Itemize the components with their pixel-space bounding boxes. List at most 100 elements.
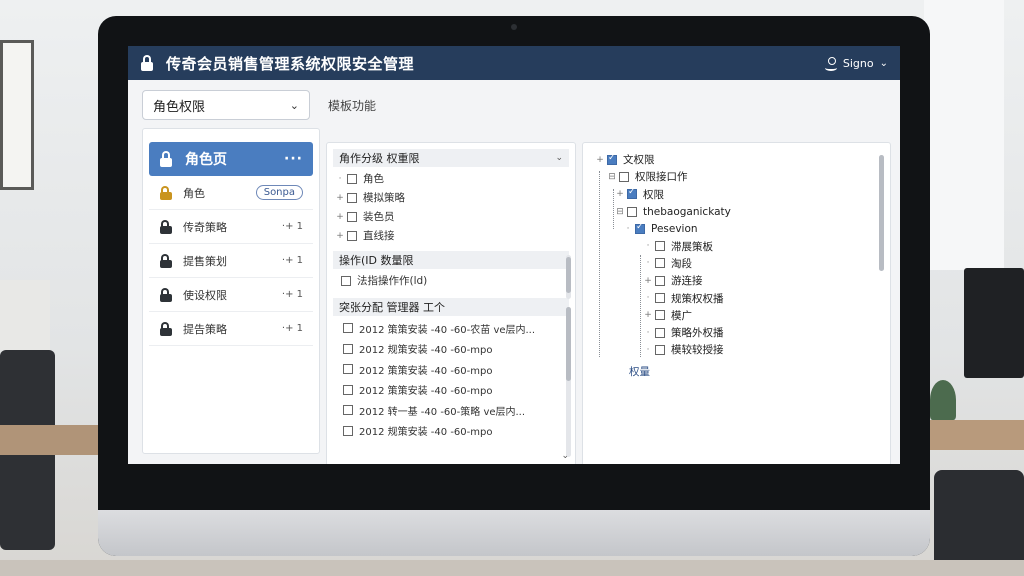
checkbox[interactable]	[619, 171, 629, 182]
group-header[interactable]: 操作(ID 数量限	[333, 251, 569, 269]
monitor: 传奇会员销售管理系统权限安全管理 Signo ⌄ 角色权限 ⌄ 模板功能 角色页…	[98, 16, 930, 556]
checkbox[interactable]	[347, 173, 357, 184]
more-icon[interactable]: ···	[284, 151, 303, 167]
checkbox[interactable]	[655, 293, 665, 304]
webcam-icon	[511, 24, 517, 30]
user-icon	[824, 57, 837, 71]
tree-node-label: 游连接	[671, 275, 703, 288]
role-item[interactable]: 提告策略 ·+ 1	[149, 312, 313, 346]
template-function-link[interactable]: 模板功能	[328, 97, 376, 114]
checkbox[interactable]	[655, 310, 665, 321]
list-item[interactable]: 2012 策策安装 -40 -60-mpo	[333, 380, 569, 401]
tree-row[interactable]: + 模拟策略	[333, 188, 569, 207]
checkbox[interactable]	[655, 241, 665, 252]
tree-toggle-icon[interactable]: ·	[641, 328, 655, 338]
scrollbar[interactable]	[566, 307, 571, 457]
tree-toggle-icon[interactable]: ⊟	[613, 207, 627, 217]
scrollbar-thumb[interactable]	[566, 307, 571, 381]
list-item[interactable]: 2012 策策安装 -40 -60-农苗 ve层内...	[333, 318, 569, 339]
list-item[interactable]: 2012 策策安装 -40 -60-mpo	[333, 359, 569, 380]
scrollbar-thumb[interactable]	[879, 155, 884, 271]
checkbox[interactable]	[655, 275, 665, 286]
tree-node[interactable]: · 淘段	[593, 255, 880, 272]
role-item[interactable]: 传奇策略 ·+ 1	[149, 210, 313, 244]
list-item[interactable]: 2012 规策安装 -40 -60-mpo	[333, 339, 569, 360]
tree-toggle-icon[interactable]: ·	[641, 241, 655, 251]
tree-toggle-icon[interactable]: ·	[641, 258, 655, 268]
list-item[interactable]: 2012 规策安装 -40 -60-mpo	[333, 421, 569, 442]
list-item-label: 2012 策策安装 -40 -60-mpo	[359, 386, 493, 398]
role-item-active[interactable]: 角色页 ···	[149, 142, 313, 176]
tree-node[interactable]: · 滞展策板	[593, 237, 880, 254]
group-header[interactable]: 突张分配 管理器 工个	[333, 298, 569, 316]
role-select[interactable]: 角色权限 ⌄	[142, 90, 310, 120]
checkbox[interactable]	[347, 211, 357, 222]
list-item[interactable]: 2012 转一基 -40 -60-策略 ve层内...	[333, 400, 569, 421]
tree-toggle-icon[interactable]: ·	[641, 345, 655, 355]
tree-row[interactable]: · 角色	[333, 169, 569, 188]
tree-row[interactable]: + 装色员	[333, 207, 569, 226]
user-menu[interactable]: Signo ⌄	[824, 57, 888, 71]
tree-node[interactable]: · Pesevion	[593, 220, 880, 237]
background-plant	[930, 380, 956, 420]
checkbox[interactable]	[347, 230, 357, 241]
tree-toggle-icon[interactable]: +	[613, 189, 627, 199]
lock-icon	[159, 185, 172, 200]
tree-toggle-icon[interactable]: ⊟	[605, 172, 619, 182]
checkbox[interactable]	[343, 384, 353, 395]
checkbox[interactable]	[627, 187, 637, 200]
tree-node[interactable]: ⊟ thebaoganickaty	[593, 203, 880, 220]
tree-node[interactable]: + 文权限	[593, 151, 880, 168]
checkbox[interactable]	[343, 425, 353, 436]
tree-node[interactable]: + 权限	[593, 186, 880, 203]
role-item[interactable]: 角色 Sonpa	[149, 176, 313, 210]
checkbox[interactable]	[343, 405, 353, 416]
permission-tree: + 文权限 ⊟ 权限接口作 + 权限 ⊟ thebaoganickaty · Pesevion · 滞…	[593, 151, 880, 359]
tree-node[interactable]: · 模较较授接	[593, 341, 880, 358]
tree-footer[interactable]: 权量	[593, 363, 880, 380]
scrollbar[interactable]	[566, 255, 571, 299]
tree-node[interactable]: · 策略外权播	[593, 324, 880, 341]
checkbox[interactable]	[655, 344, 665, 355]
chevron-down-icon[interactable]: ⌄	[561, 451, 569, 461]
checkbox[interactable]	[341, 275, 351, 286]
checkbox[interactable]	[627, 206, 637, 217]
tree-toggle-icon[interactable]: ·	[621, 224, 635, 234]
role-item-label: 角色	[183, 186, 205, 200]
tree-toggle-icon[interactable]: +	[593, 155, 607, 165]
checkbox[interactable]	[343, 364, 353, 375]
tree-guide-line	[640, 255, 641, 357]
checkbox[interactable]	[655, 327, 665, 338]
tree-node[interactable]: + 游连接	[593, 272, 880, 289]
checkbox[interactable]	[607, 153, 617, 165]
tree-row-label: 模拟策略	[363, 192, 405, 204]
tree-toggle-icon[interactable]: ·	[641, 293, 655, 303]
scrollbar-thumb[interactable]	[566, 257, 571, 293]
tree-toggle-icon[interactable]: +	[641, 276, 655, 286]
role-item-count: ·+ 1	[281, 221, 303, 232]
role-item[interactable]: 提售策划 ·+ 1	[149, 244, 313, 278]
role-item-label: 提告策略	[183, 322, 227, 336]
tree-node[interactable]: ⊟ 权限接口作	[593, 168, 880, 185]
checkbox[interactable]	[655, 258, 665, 269]
group-header[interactable]: 角作分级 权重限 ⌄	[333, 149, 569, 167]
tree-row[interactable]: + 直线接	[333, 226, 569, 245]
checkbox[interactable]	[343, 323, 353, 334]
role-badge: Sonpa	[255, 185, 303, 200]
tree-node[interactable]: + 模广	[593, 307, 880, 324]
role-item[interactable]: 使设权限 ·+ 1	[149, 278, 313, 312]
scrollbar[interactable]	[879, 155, 884, 271]
checkbox[interactable]	[347, 192, 357, 203]
permission-tree-panel: + 文权限 ⊟ 权限接口作 + 权限 ⊟ thebaoganickaty · Pesevion · 滞…	[582, 142, 891, 464]
checkbox[interactable]	[635, 222, 645, 234]
tree-row[interactable]: 法指操作作(ld)	[333, 271, 569, 290]
tree-toggle-icon[interactable]: +	[641, 310, 655, 320]
checkbox[interactable]	[343, 343, 353, 354]
list-item-label: 2012 规策安装 -40 -60-mpo	[359, 427, 493, 439]
tree-guide-line	[613, 189, 614, 229]
tree-connector-icon: +	[336, 211, 344, 222]
tree-node-label: 模广	[671, 309, 692, 322]
role-item-count: ·+ 1	[281, 323, 303, 334]
background-wall-frame	[0, 40, 34, 190]
tree-node[interactable]: · 规策权权播	[593, 289, 880, 306]
